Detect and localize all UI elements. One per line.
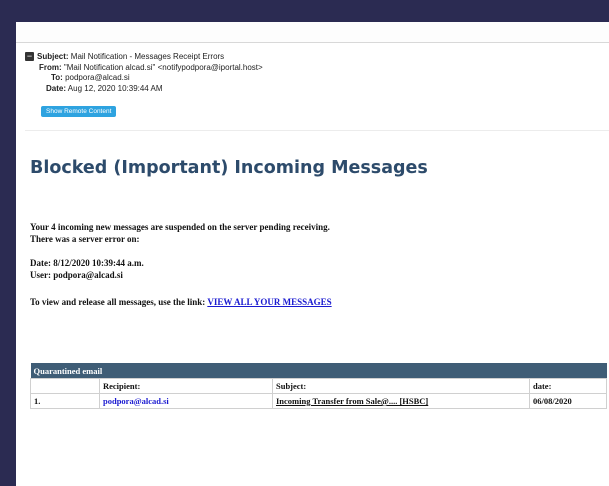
table-row: 1. podpora@alcad.si Incoming Transfer fr… xyxy=(30,393,607,409)
date-label: Date: xyxy=(46,83,67,93)
email-viewer: − Subject: Mail Notification - Messages R… xyxy=(16,22,609,486)
row-index: 1. xyxy=(30,393,100,409)
row-subject[interactable]: Incoming Transfer from Sale@.... [HSBC] xyxy=(272,393,530,409)
body-link-line: To view and release all messages, use th… xyxy=(30,297,332,307)
date-value: Aug 12, 2020 10:39:44 AM xyxy=(67,83,163,93)
message-title: Blocked (Important) Incoming Messages xyxy=(30,158,428,178)
table-header-row: Recipient: Subject: date: xyxy=(30,378,607,394)
collapse-icon[interactable]: − xyxy=(25,52,34,62)
table-caption: Quarantined email xyxy=(30,363,607,379)
body-line-2: There was a server error on: xyxy=(30,234,140,244)
quarantine-table: Quarantined email Recipient: Subject: da… xyxy=(30,363,607,409)
to-row: To: podpora@alcad.si xyxy=(25,73,263,84)
body-line-1: Your 4 incoming new messages are suspend… xyxy=(30,222,330,232)
column-header-subject: Subject: xyxy=(272,378,530,394)
from-row: From: "Mail Notification alcad.si" <noti… xyxy=(25,63,263,74)
to-value[interactable]: podpora@alcad.si xyxy=(65,73,130,82)
date-row: Date: Aug 12, 2020 10:39:44 AM xyxy=(25,84,263,95)
from-value[interactable]: "Mail Notification alcad.si" <notifypodp… xyxy=(64,63,263,72)
column-header-index xyxy=(30,378,100,394)
subject-label: Subject: xyxy=(37,52,69,61)
header-divider xyxy=(25,130,609,131)
row-date: 06/08/2020 xyxy=(529,393,607,409)
toolbar xyxy=(16,22,609,43)
column-header-date: date: xyxy=(529,378,607,394)
column-header-recipient: Recipient: xyxy=(99,378,273,394)
row-recipient[interactable]: podpora@alcad.si xyxy=(99,393,273,409)
subject-value: Mail Notification - Messages Receipt Err… xyxy=(70,52,225,61)
show-remote-content-button[interactable]: Show Remote Content xyxy=(41,106,117,117)
email-headers: − Subject: Mail Notification - Messages R… xyxy=(25,52,263,94)
table-caption-row: Quarantined email xyxy=(30,363,607,379)
link-prefix: To view and release all messages, use th… xyxy=(30,297,208,307)
to-label: To: xyxy=(51,73,63,82)
view-all-messages-link[interactable]: VIEW ALL YOUR MESSAGES xyxy=(207,297,331,307)
subject-row: − Subject: Mail Notification - Messages R… xyxy=(25,52,263,63)
body-date-line: Date: 8/12/2020 10:39:44 a.m. xyxy=(30,258,144,268)
body-user-line: User: podpora@alcad.si xyxy=(30,270,123,280)
from-label: From: xyxy=(39,62,62,72)
